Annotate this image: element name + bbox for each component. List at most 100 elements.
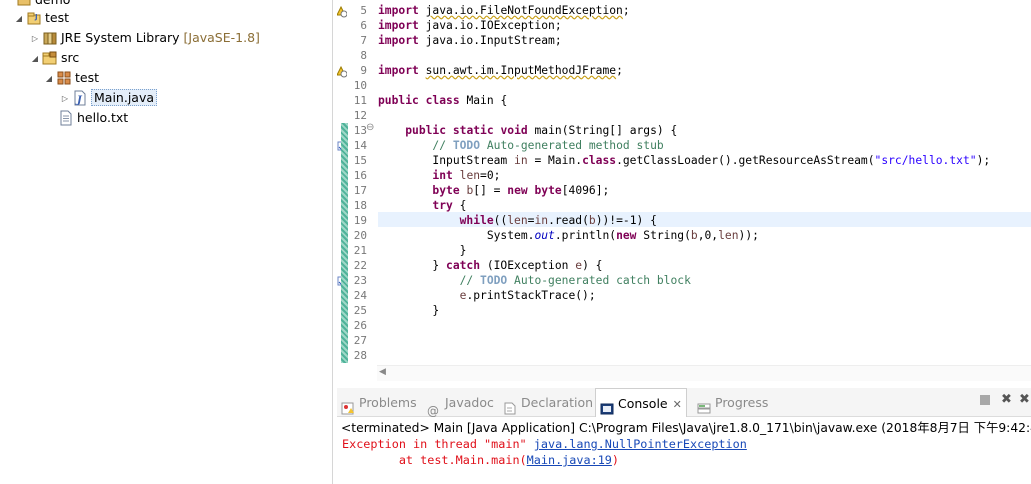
console-text: at test.Main.main( [342,453,527,467]
code-line[interactable]: byte b[] = new byte[4096]; [378,183,609,198]
code-token: byte [432,184,460,197]
code-token: TODO [452,139,481,152]
code-line[interactable]: while((len=in.read(b))!=-1) { [378,213,657,228]
tab-javadoc[interactable]: @ Javadoc [427,388,494,418]
expanded-triangle-icon[interactable]: ◢ [44,69,54,89]
code-line[interactable]: try { [378,198,466,213]
horizontal-scrollbar[interactable]: ◀ [377,365,1031,381]
code-token: Auto-generated catch block [507,274,691,287]
code-token: import [378,19,419,32]
tree-item-label: Main.java [91,89,158,106]
line-number: 8 [360,49,367,62]
code-line[interactable]: InputStream in = Main.class.getClassLoad… [378,153,990,168]
tree-item-hello-txt[interactable]: hello.txt [56,108,128,128]
tree-item-label: test [75,70,100,85]
console-view: Problems @ Javadoc Declaration Console ✕ P… [337,388,1031,484]
code-token: .getClassLoader().getResourceAsStream( [616,154,875,167]
stack-trace-link[interactable]: Main.java:19 [527,453,612,467]
code-line[interactable]: } catch (IOException e) { [378,258,602,273]
code-line[interactable]: } [378,243,467,258]
progress-icon [697,396,711,414]
code-token: // [432,139,453,152]
warning-icon[interactable] [337,64,348,78]
line-number: 22 [353,259,367,272]
fold-collapse-icon[interactable]: ⊖ [366,122,374,133]
code-token: ; [616,64,623,77]
close-icon[interactable]: ✕ [673,398,682,411]
console-output-line: at test.Main.main(Main.java:19) [342,453,619,467]
problems-icon [341,396,355,415]
code-token: import [378,64,419,77]
scroll-left-icon[interactable]: ◀ [379,367,386,377]
code-line[interactable]: int len=0; [378,168,500,183]
tree-item-jre-library[interactable]: ▷ JRE System Library [JavaSE-1.8] [30,28,260,48]
java-file-icon: J [72,90,88,106]
code-token: static [452,124,494,137]
code-line[interactable]: e.printStackTrace(); [378,288,596,303]
code-token: java.io.InputStream; [418,34,562,47]
console-text: ) [611,453,620,467]
at-icon: @ [427,404,439,418]
tab-label: Problems [359,395,417,410]
line-number: 12 [353,109,367,122]
line-number: 5 [360,4,367,17]
code-line[interactable]: import java.io.FileNotFoundException; [378,3,630,18]
library-icon [42,30,58,46]
tree-item-src[interactable]: ◢ src [30,48,79,68]
code-token: java.io.IOException; [418,19,562,32]
code-token: )); [738,229,759,242]
code-token: // [459,274,481,287]
java-project-icon: J [26,10,42,26]
code-token: "src/hello.txt" [874,154,977,167]
java-project-icon [16,0,32,8]
code-line[interactable]: public class Main { [378,93,507,108]
code-token: sun.awt.im.InputMethodJFrame [425,64,617,77]
tab-problems[interactable]: Problems [341,388,417,416]
line-number: 26 [353,319,367,332]
code-token: new [507,184,528,197]
remove-launch-icon[interactable]: ✖ [1001,392,1012,407]
code-line[interactable]: } [378,303,439,318]
terminate-icon[interactable] [979,394,991,410]
expanded-triangle-icon[interactable]: ◢ [30,49,40,69]
code-token: len [459,169,481,182]
code-token: public [378,94,419,107]
code-token: [4096]; [561,184,610,197]
code-line[interactable]: import java.io.IOException; [378,18,562,33]
expanded-triangle-icon[interactable]: ◢ [14,9,24,29]
code-line[interactable]: // TODO Auto-generated method stub [378,138,664,153]
code-line[interactable]: public static void main(String[] args) { [378,123,677,138]
warning-icon[interactable] [337,4,348,18]
code-token: Auto-generated method stub [480,139,664,152]
code-line[interactable]: import sun.awt.im.InputMethodJFrame; [378,63,623,78]
collapsed-triangle-icon[interactable]: ▷ [60,89,70,109]
code-token: class [425,94,460,107]
tree-item-label: test [45,10,70,25]
tree-item-test-project[interactable]: ◢ Jtest [14,8,69,28]
code-editor[interactable]: 5 import java.io.FileNotFoundException; 6 i… [337,0,1031,381]
tree-item-decoration: [JavaSE-1.8] [183,30,260,45]
code-token: main(String[] args) { [527,124,678,137]
code-token: out [534,229,555,242]
code-line[interactable]: // TODO Auto-generated catch block [378,273,691,288]
code-line[interactable]: System.out.println(new String(b,0,len)); [378,228,759,243]
code-token: ; [622,4,630,17]
tab-declaration[interactable]: Declaration [503,388,593,416]
collapsed-triangle-icon[interactable]: ▷ [30,29,40,49]
tab-console[interactable]: Console ✕ [595,388,687,417]
remove-all-icon[interactable]: ✖ [1019,392,1030,407]
tab-progress[interactable]: Progress [697,388,768,416]
code-line[interactable]: import java.io.InputStream; [378,33,562,48]
tree-item-test-package[interactable]: ◢ test [44,68,99,88]
exception-link[interactable]: java.lang.NullPointerException [534,437,747,451]
tree-item-main-java[interactable]: ▷ J Main.java [60,88,158,109]
code-token: catch [446,259,481,272]
